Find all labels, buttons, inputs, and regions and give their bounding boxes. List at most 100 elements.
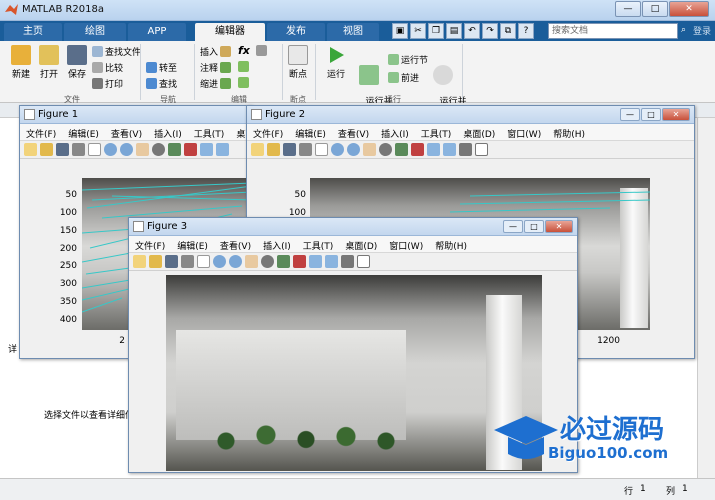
pan-icon[interactable] [363, 143, 376, 156]
data-cursor-icon[interactable] [168, 143, 181, 156]
menu-insert[interactable]: 插入(I) [257, 236, 297, 252]
menu-window[interactable]: 窗口(W) [383, 236, 429, 252]
insert-button[interactable]: 插入 [200, 45, 232, 58]
save-figure-icon[interactable] [56, 143, 69, 156]
edit-plot-icon[interactable] [88, 143, 101, 156]
save-button[interactable]: 保存 [64, 45, 90, 80]
menu-edit[interactable]: 编辑(E) [62, 124, 105, 140]
menu-insert[interactable]: 插入(I) [375, 124, 415, 140]
comment-button[interactable]: 注释 [200, 61, 232, 74]
menu-file[interactable]: 文件(F) [20, 124, 62, 140]
zoom-out-icon[interactable] [347, 143, 360, 156]
maximize-button[interactable]: □ [524, 220, 544, 233]
tab-apps[interactable]: APP [128, 23, 186, 41]
new-figure-icon[interactable] [251, 143, 264, 156]
sign-in-button[interactable]: 登录 [693, 24, 711, 37]
print-button[interactable]: 打印 [92, 77, 123, 90]
new-figure-icon[interactable] [133, 255, 146, 268]
menu-file[interactable]: 文件(F) [129, 236, 171, 252]
find-files-button[interactable]: 查找文件 [92, 45, 141, 58]
zoom-in-icon[interactable] [213, 255, 226, 268]
zoom-out-icon[interactable] [229, 255, 242, 268]
run-section-button[interactable]: 运行节 [388, 53, 428, 66]
new-figure-icon[interactable] [24, 143, 37, 156]
breakpoints-button[interactable]: 断点 [286, 45, 310, 80]
zoom-in-icon[interactable] [104, 143, 117, 156]
menu-tools[interactable]: 工具(T) [415, 124, 458, 140]
search-icon[interactable]: ⌕ [681, 25, 686, 35]
open-file-icon[interactable] [149, 255, 162, 268]
show-plot-tools-icon[interactable] [357, 255, 370, 268]
open-file-icon[interactable] [40, 143, 53, 156]
menu-tools[interactable]: 工具(T) [188, 124, 231, 140]
menu-edit[interactable]: 编辑(E) [289, 124, 332, 140]
close-button[interactable]: ✕ [545, 220, 573, 233]
print-figure-icon[interactable] [299, 143, 312, 156]
brush-icon[interactable] [184, 143, 197, 156]
brush-icon[interactable] [411, 143, 424, 156]
figure-2-titlebar[interactable]: Figure 2 — □ ✕ [247, 106, 694, 124]
figure-1-titlebar[interactable]: Figure 1 [20, 106, 251, 124]
tab-home[interactable]: 主页 [4, 23, 62, 41]
minimize-button[interactable]: — [615, 1, 641, 17]
menu-help[interactable]: 帮助(H) [429, 236, 473, 252]
brush-icon[interactable] [293, 255, 306, 268]
minimize-button[interactable]: — [620, 108, 640, 121]
link-plot-icon[interactable] [200, 143, 213, 156]
menu-desktop[interactable]: 桌面(D) [339, 236, 383, 252]
maximize-button[interactable]: □ [642, 1, 668, 17]
insert-colorbar-icon[interactable] [443, 143, 456, 156]
tab-publish[interactable]: 发布 [267, 23, 325, 41]
menu-file[interactable]: 文件(F) [247, 124, 289, 140]
menu-view[interactable]: 查看(V) [332, 124, 375, 140]
new-button[interactable]: 新建 [8, 45, 34, 80]
close-button[interactable]: ✕ [669, 1, 709, 17]
advance-button[interactable]: 前进 [388, 71, 419, 84]
menu-view[interactable]: 查看(V) [105, 124, 148, 140]
cut-icon[interactable]: ✂ [410, 23, 426, 39]
pan-icon[interactable] [136, 143, 149, 156]
wrap-comment-button[interactable] [238, 61, 249, 72]
redo-icon[interactable]: ↷ [482, 23, 498, 39]
edit-plot-icon[interactable] [197, 255, 210, 268]
indent-button[interactable]: 缩进 [200, 77, 232, 90]
find-button[interactable]: 查找 [146, 77, 177, 90]
paste-icon[interactable]: ▤ [446, 23, 462, 39]
insert-function-button[interactable]: fx [238, 44, 250, 57]
zoom-in-icon[interactable] [331, 143, 344, 156]
run-button[interactable]: 运行 [323, 45, 349, 80]
hide-plot-tools-icon[interactable] [341, 255, 354, 268]
rotate-icon[interactable] [261, 255, 274, 268]
link-plot-icon[interactable] [309, 255, 322, 268]
tab-editor[interactable]: 编辑器 [195, 23, 265, 41]
insert-section-button[interactable] [256, 45, 267, 56]
close-button[interactable]: ✕ [662, 108, 690, 121]
hide-plot-tools-icon[interactable] [459, 143, 472, 156]
figure-3-titlebar[interactable]: Figure 3 — □ ✕ [129, 218, 577, 236]
zoom-out-icon[interactable] [120, 143, 133, 156]
menu-window[interactable]: 窗口(W) [501, 124, 547, 140]
open-file-icon[interactable] [267, 143, 280, 156]
insert-colorbar-icon[interactable] [216, 143, 229, 156]
tab-view[interactable]: 视图 [327, 23, 379, 41]
switch-windows-icon[interactable]: ⧉ [500, 23, 516, 39]
save-all-icon[interactable]: ▣ [392, 23, 408, 39]
smart-indent-button[interactable] [238, 77, 249, 88]
menu-edit[interactable]: 编辑(E) [171, 236, 214, 252]
search-documentation-input[interactable]: 搜索文档 [548, 23, 678, 39]
minimize-button[interactable]: — [503, 220, 523, 233]
pan-icon[interactable] [245, 255, 258, 268]
show-plot-tools-icon[interactable] [475, 143, 488, 156]
menu-desktop[interactable]: 桌面(D) [457, 124, 501, 140]
save-figure-icon[interactable] [165, 255, 178, 268]
menu-help[interactable]: 帮助(H) [547, 124, 591, 140]
menu-view[interactable]: 查看(V) [214, 236, 257, 252]
print-figure-icon[interactable] [181, 255, 194, 268]
menu-insert[interactable]: 插入(I) [148, 124, 188, 140]
tab-plots[interactable]: 绘图 [64, 23, 126, 41]
rotate-icon[interactable] [379, 143, 392, 156]
link-plot-icon[interactable] [427, 143, 440, 156]
compare-button[interactable]: 比较 [92, 61, 123, 74]
copy-icon[interactable]: ❐ [428, 23, 444, 39]
goto-button[interactable]: 转至 [146, 61, 177, 74]
